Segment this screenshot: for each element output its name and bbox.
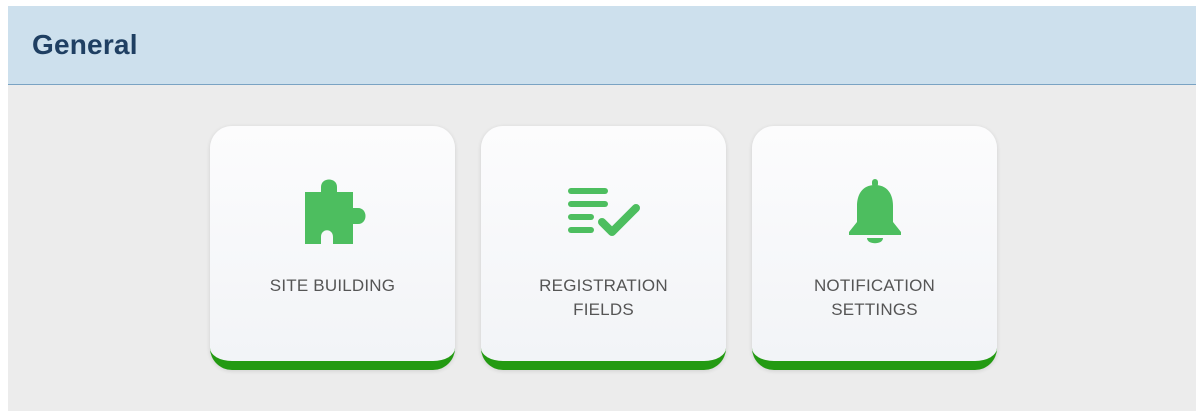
puzzle-piece-icon <box>293 172 373 252</box>
tile-label: NOTIFICATION SETTINGS <box>752 274 997 322</box>
tile-label-line: FIELDS <box>573 300 634 319</box>
tile-label: SITE BUILDING <box>210 274 455 298</box>
tile-label-line: NOTIFICATION <box>813 276 936 295</box>
bell-icon <box>835 172 915 252</box>
tile-label-line: SETTINGS <box>831 300 918 319</box>
panel-title: General <box>32 29 138 60</box>
registration-fields-tile[interactable]: REGISTRATION FIELDS <box>481 126 726 370</box>
tile-label: REGISTRATION FIELDS <box>481 274 726 322</box>
tile-label-line: REGISTRATION <box>539 276 668 295</box>
list-check-icon <box>564 172 644 252</box>
site-building-tile[interactable]: SITE BUILDING <box>210 126 455 370</box>
tiles-row: SITE BUILDING REGISTRATION FIELDS NOTIFI… <box>210 126 997 370</box>
notification-settings-tile[interactable]: NOTIFICATION SETTINGS <box>752 126 997 370</box>
general-panel: General SITE BUILDING REGISTRATION FIELD… <box>8 6 1196 411</box>
tile-label-line: SITE BUILDING <box>269 276 396 295</box>
panel-header: General <box>8 6 1196 85</box>
